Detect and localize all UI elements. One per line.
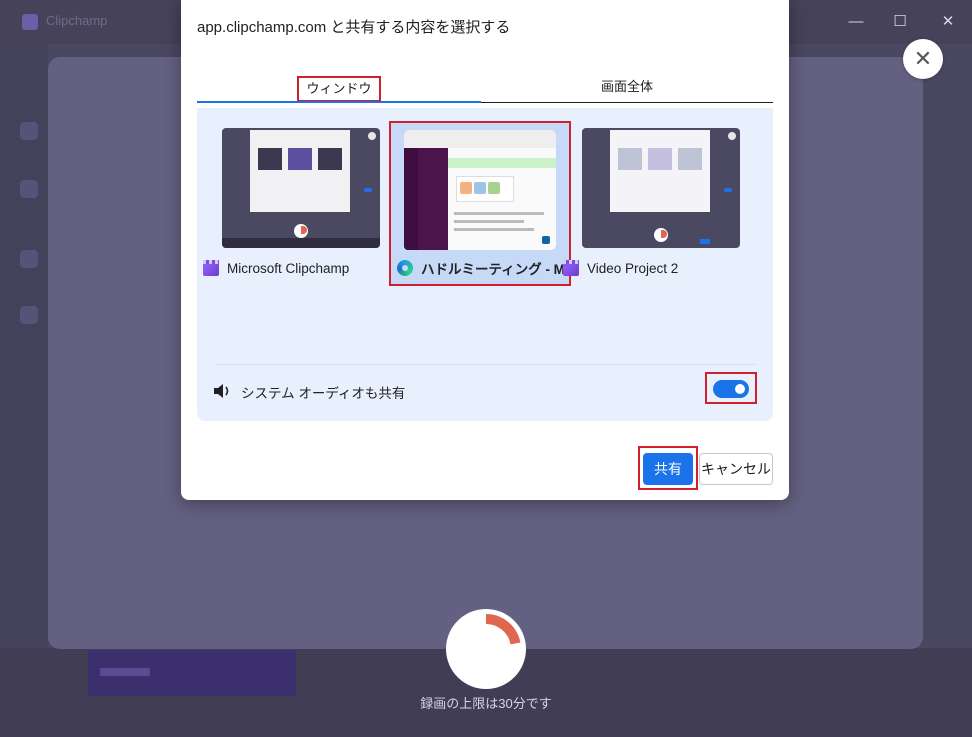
audio-share-label: システム オーディオも共有	[241, 386, 406, 401]
source-item-clipchamp[interactable]: Microsoft Clipchamp	[201, 120, 381, 284]
speaker-icon	[214, 384, 229, 398]
timer-progress-ring	[485, 614, 521, 645]
window-preview	[582, 128, 740, 248]
maximize-button[interactable]: ☐	[888, 10, 912, 34]
source-item-huddle-meeting[interactable]: ハドルミーティング - M...	[389, 121, 576, 286]
toggle-highlight	[705, 372, 757, 404]
edge-browser-icon	[397, 260, 413, 276]
app-sidebar	[0, 44, 48, 737]
sidebar-icon	[20, 306, 38, 324]
clipchamp-icon	[203, 260, 219, 276]
sidebar-icon	[20, 250, 38, 268]
divider	[215, 364, 755, 365]
sidebar-icon	[20, 122, 38, 140]
clipchamp-logo-icon	[22, 14, 38, 30]
active-tab-indicator	[197, 101, 481, 103]
audio-share-row: システム オーディオも共有	[197, 364, 773, 421]
source-label: Video Project 2	[587, 260, 679, 276]
tab-entire-screen[interactable]: 画面全体	[481, 70, 773, 104]
source-label: Microsoft Clipchamp	[227, 260, 350, 276]
share-button[interactable]: 共有	[643, 453, 693, 485]
share-picker-dialog: app.clipchamp.com と共有する内容を選択する ウィンドウ 画面全…	[181, 0, 789, 500]
window-preview	[222, 128, 380, 248]
window-preview	[404, 130, 556, 250]
source-label: ハドルミーティング - M...	[421, 262, 577, 277]
sidebar-icon	[20, 180, 38, 198]
tab-screen-label: 画面全体	[600, 79, 653, 94]
clipchamp-icon	[563, 260, 579, 276]
minimize-button[interactable]: —	[844, 10, 868, 34]
cancel-button[interactable]: キャンセル	[699, 453, 773, 485]
timer-progress-arc	[485, 614, 521, 645]
tab-window[interactable]: ウィンドウ	[197, 70, 481, 104]
tab-window-label: ウィンドウ	[297, 76, 381, 102]
window-close-button[interactable]: ✕	[936, 10, 960, 34]
tab-divider	[481, 102, 773, 103]
recording-limit-text: 録画の上限は30分です	[420, 696, 552, 711]
audio-share-toggle[interactable]	[713, 380, 749, 398]
source-item-video-project[interactable]: Video Project 2	[561, 120, 741, 284]
dialog-title: app.clipchamp.com と共有する内容を選択する	[197, 19, 511, 36]
toggle-knob	[735, 384, 745, 394]
overlay-close-button[interactable]: ✕	[903, 39, 943, 79]
app-title: Clipchamp	[46, 13, 108, 28]
recording-timer	[446, 609, 526, 689]
media-thumbnail	[88, 650, 296, 696]
